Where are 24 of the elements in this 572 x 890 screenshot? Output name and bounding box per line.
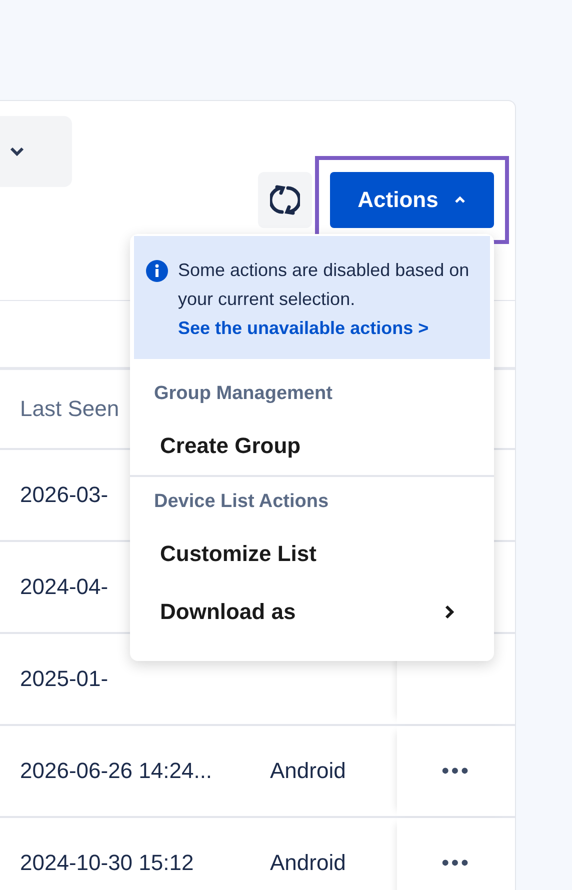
menu-item[interactable]: Create Group (134, 417, 490, 475)
table-cell: 2025-01- (20, 666, 108, 691)
actions-button[interactable]: Actions (330, 172, 494, 228)
info-message: Some actions are disabled based on your current selection. See the unavailable actions > (178, 259, 470, 340)
column-header: Last Seen (19, 396, 120, 422)
table-cell: 2024-10-30 15:12 (20, 850, 194, 875)
menu-item[interactable]: Customize List (134, 525, 490, 583)
more-options-button[interactable]: ••• (441, 850, 471, 876)
table-cell: Android (270, 850, 346, 875)
refresh-button[interactable] (258, 172, 312, 228)
table-cell: Android (270, 758, 346, 783)
menu-section-title: Device List Actions (153, 491, 330, 513)
unavailable-actions-link[interactable]: See the unavailable actions > (178, 318, 429, 338)
chevron-right-icon (445, 605, 454, 619)
caret-icon (454, 196, 466, 204)
info-icon (146, 260, 168, 282)
table-cell: 2026-06-26 14:24... (20, 758, 212, 783)
chevron-down-icon (10, 147, 24, 156)
refresh-icon (270, 184, 300, 216)
menu-item[interactable]: Download as (134, 583, 490, 641)
menu-section-title: Group Management (153, 383, 334, 405)
more-options-button[interactable]: ••• (441, 758, 471, 784)
table-cell: 2026-03- (20, 482, 108, 507)
table-cell: 2024-04- (20, 574, 108, 599)
